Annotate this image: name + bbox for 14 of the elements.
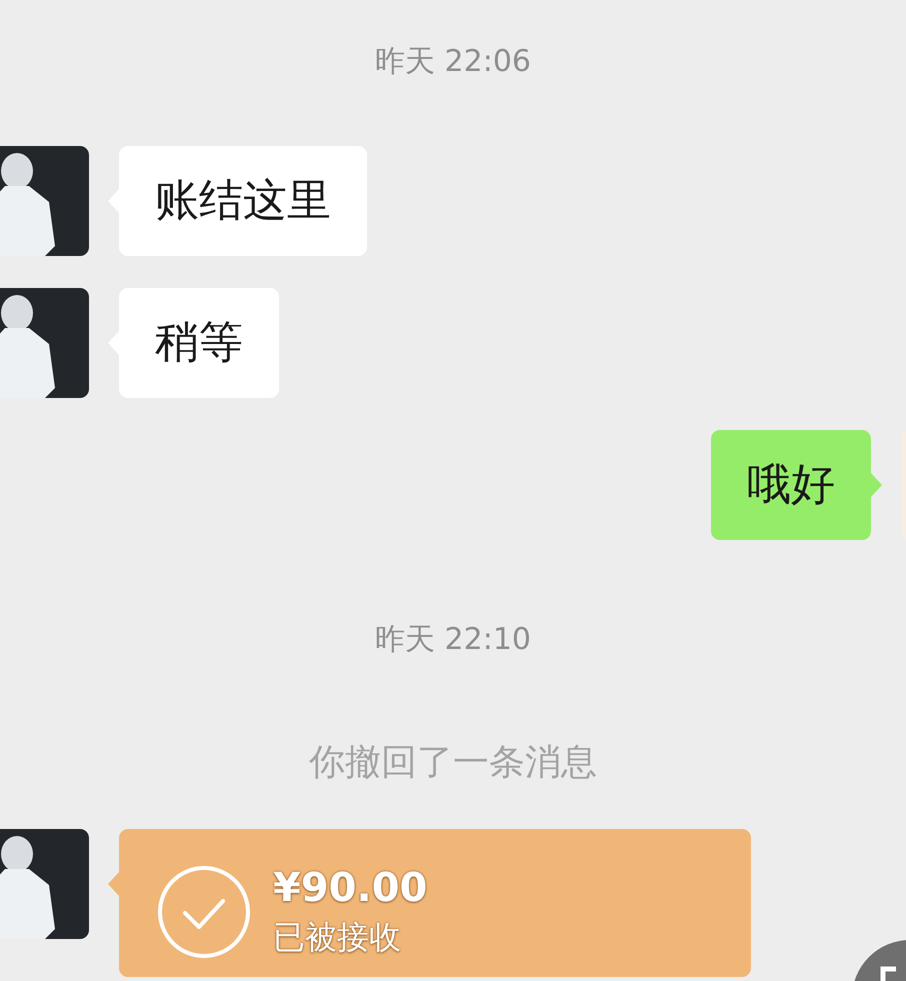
transfer-status: 已被接收 [273,917,402,958]
bubble-tail [871,473,882,497]
timestamp: 昨天 22:10 [375,621,531,659]
recall-notice: 你撤回了一条消息 [309,741,597,785]
message-bubble[interactable]: 账结这里 [119,146,367,256]
bracket-icon [878,966,898,981]
timestamp: 昨天 22:06 [375,43,531,81]
avatar-photo[interactable] [0,288,89,398]
transfer-amount: ¥90.00 [273,865,428,911]
message-bubble[interactable]: 稍等 [119,288,279,398]
avatar-photo[interactable] [0,829,89,939]
check-circle-icon [157,865,251,959]
avatar-photo[interactable] [0,146,89,256]
message-bubble[interactable]: 哦好 [711,430,871,540]
